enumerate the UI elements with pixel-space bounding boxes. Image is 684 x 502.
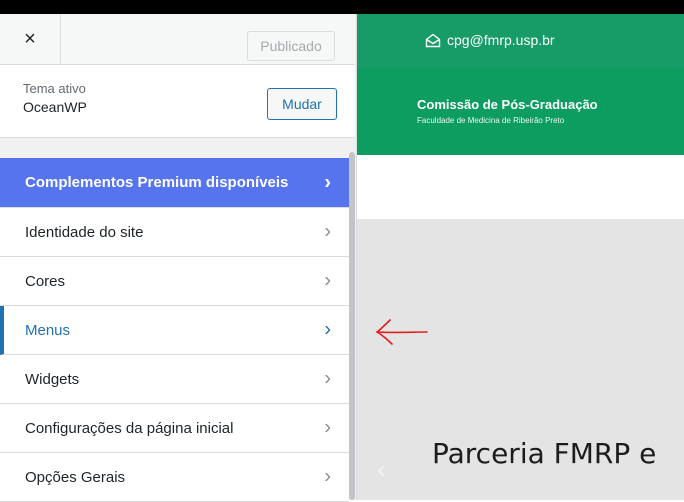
- section-label: Cores: [25, 272, 66, 290]
- chevron-right-icon: ›: [324, 416, 331, 439]
- email-contact[interactable]: cpg@fmrp.usp.br: [425, 32, 555, 48]
- publish-button[interactable]: Publicado: [247, 31, 335, 61]
- section-label: Complementos Premium disponíveis: [25, 174, 289, 191]
- chevron-right-icon: ›: [324, 465, 331, 488]
- slide-heading: Parceria FMRP e: [432, 437, 657, 470]
- preview-topbar: cpg@fmrp.usp.br: [357, 14, 684, 68]
- chevron-right-icon: ›: [324, 269, 331, 292]
- section-homepage-settings[interactable]: Configurações da página inicial ›: [0, 404, 349, 453]
- close-button[interactable]: ×: [0, 14, 61, 64]
- chevron-right-icon: ›: [324, 367, 331, 390]
- preview-site-header: Comissão de Pós-Graduação Faculdade de M…: [357, 68, 684, 155]
- section-premium-addons[interactable]: Complementos Premium disponíveis ›: [0, 158, 349, 208]
- site-preview: cpg@fmrp.usp.br Comissão de Pós-Graduaçã…: [357, 14, 684, 500]
- chevron-right-icon: ›: [324, 318, 331, 341]
- active-theme-name: OceanWP: [23, 99, 87, 115]
- section-widgets[interactable]: Widgets ›: [0, 355, 349, 404]
- slider-prev-icon[interactable]: ‹: [377, 454, 386, 485]
- chevron-right-icon: ›: [324, 220, 331, 243]
- section-menus[interactable]: Menus ›: [0, 306, 349, 355]
- section-colors[interactable]: Cores ›: [0, 257, 349, 306]
- section-label: Identidade do site: [25, 223, 144, 241]
- change-theme-button[interactable]: Mudar: [267, 88, 337, 120]
- email-text: cpg@fmrp.usp.br: [447, 32, 555, 48]
- section-label: Opções Gerais: [25, 468, 126, 486]
- sidebar-scrollbar[interactable]: [349, 152, 355, 500]
- section-general-options[interactable]: Opções Gerais ›: [0, 453, 349, 502]
- section-label: Configurações da página inicial: [25, 419, 234, 437]
- section-site-identity[interactable]: Identidade do site ›: [0, 208, 349, 257]
- preview-nav-area: [357, 155, 684, 219]
- envelope-open-icon: [425, 33, 441, 47]
- section-label: Widgets: [25, 370, 80, 388]
- section-label: Menus: [25, 321, 71, 339]
- chevron-right-icon: ›: [324, 171, 331, 193]
- customizer-sections: Complementos Premium disponíveis › Ident…: [0, 158, 349, 502]
- active-theme-label: Tema ativo: [23, 81, 86, 96]
- customizer-header: × Publicado: [0, 14, 355, 65]
- site-title[interactable]: Comissão de Pós-Graduação: [417, 97, 598, 112]
- red-arrow-left-icon: [375, 319, 428, 345]
- site-subtitle: Faculdade de Medicina de Ribeirão Preto: [417, 116, 565, 125]
- close-icon: ×: [24, 27, 36, 50]
- customizer-sidebar: × Publicado Tema ativo OceanWP Mudar Com…: [0, 14, 357, 502]
- top-black-bar: [0, 0, 684, 14]
